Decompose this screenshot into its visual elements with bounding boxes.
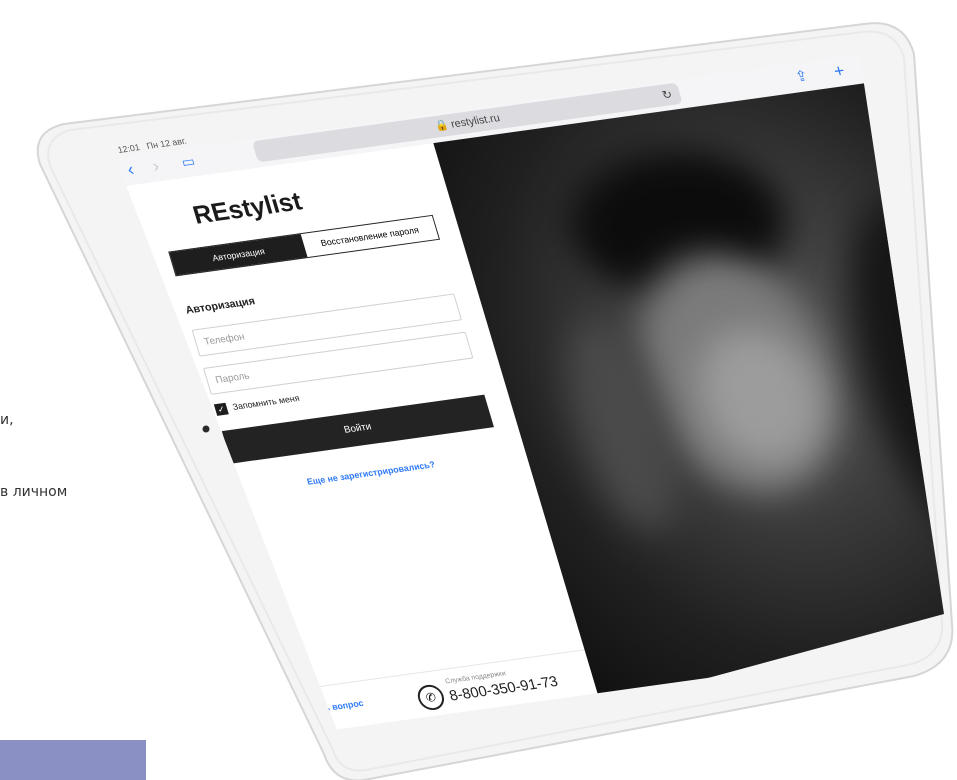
page-text-fragment: и, — [0, 412, 14, 428]
back-icon[interactable]: ‹ — [125, 159, 137, 180]
support-contact: ✆ Служба поддержки 8-800-350-91-73 — [413, 658, 587, 715]
status-time: 12:01 — [116, 142, 142, 155]
address-text: restylist.ru — [449, 112, 502, 131]
bookmarks-icon[interactable]: ▭ — [179, 153, 197, 171]
form-title: Авторизация — [184, 295, 257, 317]
tablet-mockup: 12:01 Пн 12 авг. ▮▮▮ ‹ › ▭ 🔒 restylist.r… — [34, 4, 954, 780]
forward-icon[interactable]: › — [150, 156, 162, 177]
tab-password-recovery[interactable]: Восстановление пароля — [301, 216, 439, 257]
share-icon[interactable]: ⇪ — [793, 67, 810, 86]
brand-logo: REstylist — [189, 185, 306, 230]
phone-icon: ✆ — [414, 683, 448, 712]
new-tab-icon[interactable]: + — [831, 61, 847, 82]
remember-label: Запомнить меня — [231, 393, 301, 412]
checkbox-checked-icon[interactable]: ✓ — [213, 402, 229, 416]
tab-authorization[interactable]: Авторизация — [169, 234, 308, 276]
home-sensor — [202, 425, 210, 433]
reload-icon[interactable]: ↻ — [659, 84, 675, 106]
remember-me[interactable]: ✓ Запомнить меня — [213, 393, 301, 416]
lock-icon: 🔒 — [433, 119, 451, 133]
